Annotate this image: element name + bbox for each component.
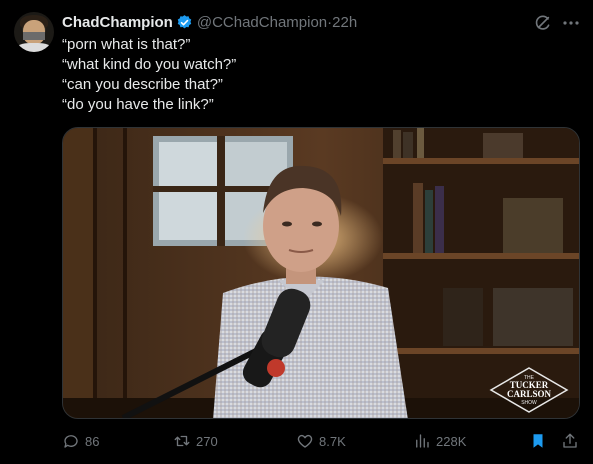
- reply-icon: [64, 435, 78, 448]
- share-icon: [563, 433, 577, 448]
- like-icon: [297, 434, 313, 448]
- like-count: 8.7K: [319, 433, 346, 449]
- author-handle[interactable]: @CChadChampion: [197, 14, 327, 31]
- reply-button[interactable]: 86: [62, 430, 99, 452]
- views-count: 228K: [436, 433, 467, 449]
- reply-count: 86: [85, 433, 100, 449]
- author-name[interactable]: ChadChampion: [62, 14, 173, 31]
- tweet-line: “can you describe that?”: [62, 76, 223, 93]
- grok-icon[interactable]: [534, 14, 552, 32]
- views-button[interactable]: 228K: [413, 430, 466, 452]
- retweet-icon: [174, 435, 190, 447]
- action-bar: 86 270 8.7K 228K: [62, 430, 582, 452]
- share-button[interactable]: [561, 430, 584, 452]
- more-icon[interactable]: [561, 13, 581, 33]
- watermark-small2: SHOW: [521, 400, 537, 406]
- views-icon: [416, 434, 429, 448]
- timestamp[interactable]: 22h: [332, 14, 357, 31]
- tweet-line: “what kind do you watch?”: [62, 56, 237, 73]
- tweet-header: ChadChampion @CChadChampion · 22h: [62, 12, 357, 32]
- tweet-media-image[interactable]: THE TUCKER CARLSON SHOW: [62, 127, 580, 419]
- bookmark-button[interactable]: [529, 430, 552, 452]
- like-button[interactable]: 8.7K: [296, 430, 346, 452]
- tweet-text: “porn what is that?” “what kind do you w…: [62, 35, 562, 115]
- avatar[interactable]: [14, 12, 54, 52]
- retweet-button[interactable]: 270: [173, 430, 218, 452]
- bookmark-icon: [533, 434, 543, 448]
- retweet-count: 270: [196, 433, 218, 449]
- watermark-line2: CARLSON: [507, 389, 552, 399]
- tweet-line: “do you have the link?”: [62, 96, 214, 113]
- tweet-line: “porn what is that?”: [62, 36, 191, 53]
- verified-badge-icon: [177, 14, 192, 28]
